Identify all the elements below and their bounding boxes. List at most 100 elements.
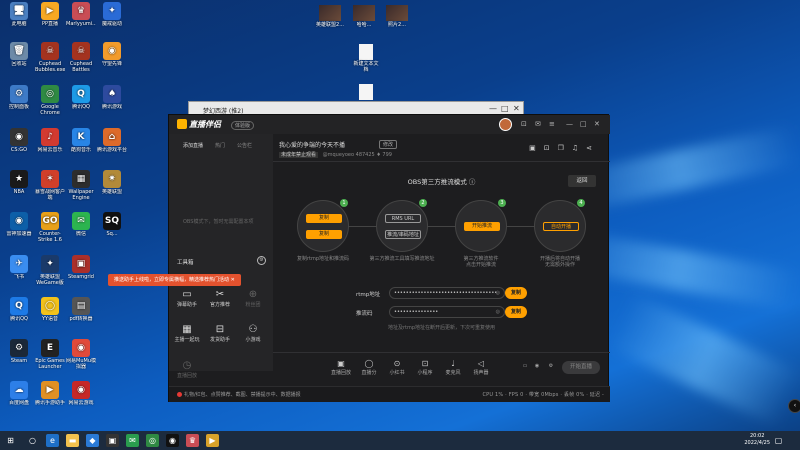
copy-icon[interactable]: ❐	[558, 144, 572, 152]
toolbox-settings-icon[interactable]: ⚙	[257, 256, 266, 265]
desktop-icon[interactable]: ◉ 雷神加速器	[4, 212, 34, 243]
bottom-tool-xhs[interactable]: ⊙ 小红书	[385, 359, 409, 376]
tab-notice[interactable]: 公告栏	[237, 142, 252, 149]
rtmp-url-field[interactable]: ••••••••••••••••••••••••••••••••••• ◎	[389, 287, 505, 299]
app-icon: ✈	[10, 255, 28, 273]
mail-icon[interactable]: ✉	[535, 120, 541, 128]
bottom-tool-mic[interactable]: ♩ 麦克风	[441, 359, 465, 376]
tab-hot[interactable]: 热门	[215, 142, 225, 149]
desktop-file-icon[interactable]	[352, 84, 380, 101]
desktop-icon[interactable]: ★ NBA	[4, 170, 34, 201]
share-screen-icon[interactable]: ▣	[529, 144, 544, 152]
tool-minigame[interactable]: ⚇ 小游戏	[239, 324, 267, 343]
share-icon[interactable]: ⋖	[586, 144, 600, 152]
lock-icon[interactable]: ⊡	[544, 144, 558, 152]
desktop-icon[interactable]: Q 腾讯QQ	[4, 297, 34, 328]
minimize-icon[interactable]: —	[489, 104, 497, 113]
desktop-icon[interactable]: ▶ 腾讯手游助手	[35, 381, 65, 412]
desktop-file-icon[interactable]: 新建文本文档	[352, 44, 380, 73]
desktop-icon[interactable]: ☠ Cuphead Battles	[66, 42, 96, 73]
desktop-icon[interactable]: ☠ Cuphead Bubbles.exe	[35, 42, 65, 73]
tab-add-scene[interactable]: 添加直播	[183, 142, 203, 149]
desktop-icon[interactable]: ✈ 飞书	[4, 255, 34, 286]
live-companion-icon[interactable]: ▶	[206, 434, 219, 447]
close-icon[interactable]: ✕	[231, 277, 235, 283]
menu-icon[interactable]: ≡	[549, 120, 555, 128]
bottom-tool-speaker[interactable]: ◁ 扬声器	[469, 359, 493, 376]
desktop-icon[interactable]: ✷ 英雄联盟	[97, 170, 127, 201]
desktop-icon[interactable]: ⌂ 腾讯游戏平台	[97, 128, 127, 159]
notification-toast[interactable]: 推送助手上线啦，立即专属横幅，精选推荐热门活动 ✕	[108, 274, 241, 286]
game-icon[interactable]: ♛	[186, 434, 199, 447]
desktop-icon[interactable]: ▦ Wallpaper Engine	[66, 170, 96, 201]
desktop-video-icon[interactable]: 照片2...	[383, 5, 411, 28]
edit-room-button[interactable]: 修改	[379, 140, 398, 149]
bottom-tool-replay[interactable]: ▣ 直播回放	[329, 359, 353, 376]
desktop-icon[interactable]: ♠ 腾讯游戏	[97, 85, 127, 116]
desktop-icon[interactable]: ♛ Marlyyumi...	[66, 2, 96, 33]
steam-icon[interactable]: ◉	[166, 434, 179, 447]
chrome-icon[interactable]: ◎	[146, 434, 159, 447]
tool-fans[interactable]: ⊕ 粉丝团	[239, 289, 267, 308]
desktop-icon[interactable]: 🖥 此电脑	[4, 2, 34, 33]
tool-play-together[interactable]: ▦ 主播一起玩	[173, 324, 201, 343]
clock[interactable]: 20:02 2022/4/25	[744, 433, 770, 447]
skin-icon[interactable]: ⊡	[521, 120, 527, 128]
tool-danmu[interactable]: ▭ 弹幕助手	[173, 289, 201, 308]
settings-icon[interactable]: ⚙	[539, 363, 563, 369]
desktop-video-icon[interactable]: 哈哈...	[350, 5, 378, 28]
desktop-icon[interactable]: ▤ pdf转换器	[66, 297, 96, 328]
desktop-icon[interactable]: ◉ 守望先锋	[97, 42, 127, 73]
desktop-video-icon[interactable]: 英雄联盟2...	[316, 5, 344, 28]
start-icon[interactable]: ⊞	[4, 434, 17, 447]
store-icon[interactable]: ◆	[86, 434, 99, 447]
desktop-icon[interactable]: ▶ PP直播	[35, 2, 65, 33]
close-icon[interactable]: ✕	[513, 104, 520, 113]
maximize-icon[interactable]: □	[501, 104, 509, 113]
desktop-icon[interactable]: ☁ 百度网盘	[4, 381, 34, 412]
desktop-icon[interactable]: E Epic Games Launcher	[35, 339, 65, 370]
desktop-icon[interactable]: GO Counter-Strike 1.6	[35, 212, 65, 243]
desktop-icon[interactable]: K 酷狗音乐	[66, 128, 96, 159]
desktop-icon[interactable]: 🗑 回收站	[4, 42, 34, 73]
maximize-icon[interactable]: □	[580, 120, 587, 128]
start-live-button[interactable]: 开始直播	[562, 361, 600, 374]
desktop-icon[interactable]: ◎ Google Chrome	[35, 85, 65, 116]
desktop-icon[interactable]: ♪ 网易云音乐	[35, 128, 65, 159]
wechat-icon[interactable]: ✉	[126, 434, 139, 447]
search-icon[interactable]: ○	[26, 434, 39, 447]
desktop-icon[interactable]: ⚙ Steam	[4, 339, 34, 370]
edge-icon[interactable]: e	[46, 434, 59, 447]
desktop-icon[interactable]: ▣ Steamgrid	[66, 255, 96, 286]
desktop-icon[interactable]: Q 腾讯QQ	[66, 85, 96, 116]
copy-key-button[interactable]: 复制	[505, 306, 527, 318]
app-icon[interactable]: ▣	[106, 434, 119, 447]
desktop-icon[interactable]: ◉ 网易云游戏	[66, 381, 96, 412]
desktop-icon[interactable]: ◯ YY语音	[35, 297, 65, 328]
desktop-icon[interactable]: SQ Sq...	[97, 212, 127, 243]
tool-official[interactable]: ✂ 官方推荐	[206, 289, 234, 308]
desktop-icon[interactable]: ◉ 网易MuMu模拟器	[66, 339, 96, 370]
desktop-icon[interactable]: ✉ 微信	[66, 212, 96, 243]
eye-icon[interactable]: ◎	[496, 307, 500, 317]
desktop-icon[interactable]: ✦ 英雄联盟WeGame版	[35, 255, 65, 286]
desktop-icon[interactable]: ✶ 暴雪战网客户端	[35, 170, 65, 201]
desktop-icon[interactable]: ◉ CS:GO	[4, 128, 34, 159]
notification-icon[interactable]: ▢	[772, 434, 785, 447]
back-button[interactable]: 返回	[568, 175, 596, 187]
close-icon[interactable]: ✕	[594, 120, 600, 128]
folder-icon[interactable]: ▬	[66, 434, 79, 447]
desktop-icon[interactable]: ⚙ 控制面板	[4, 85, 34, 116]
tool-replay[interactable]: ◷ 直播回放	[173, 360, 201, 379]
copy-rtmp-button[interactable]: 复制	[505, 287, 527, 299]
avatar[interactable]	[499, 118, 512, 131]
minimize-icon[interactable]: —	[566, 120, 573, 128]
bottom-tool-miniapp[interactable]: ⊡ 小程序	[413, 359, 437, 376]
tool-delivery[interactable]: ⊟ 发货助手	[206, 324, 234, 343]
bottom-tool-share[interactable]: ◯ 直播分	[357, 359, 381, 376]
desktop-icon[interactable]: ✦ 魔戒驱动	[97, 2, 127, 33]
stream-key-field[interactable]: ••••••••••••••• ◎	[389, 306, 505, 318]
scroll-button[interactable]: ‹	[788, 399, 800, 413]
eye-icon[interactable]: ◎	[496, 288, 500, 298]
bell-icon[interactable]: ♫	[572, 144, 586, 152]
